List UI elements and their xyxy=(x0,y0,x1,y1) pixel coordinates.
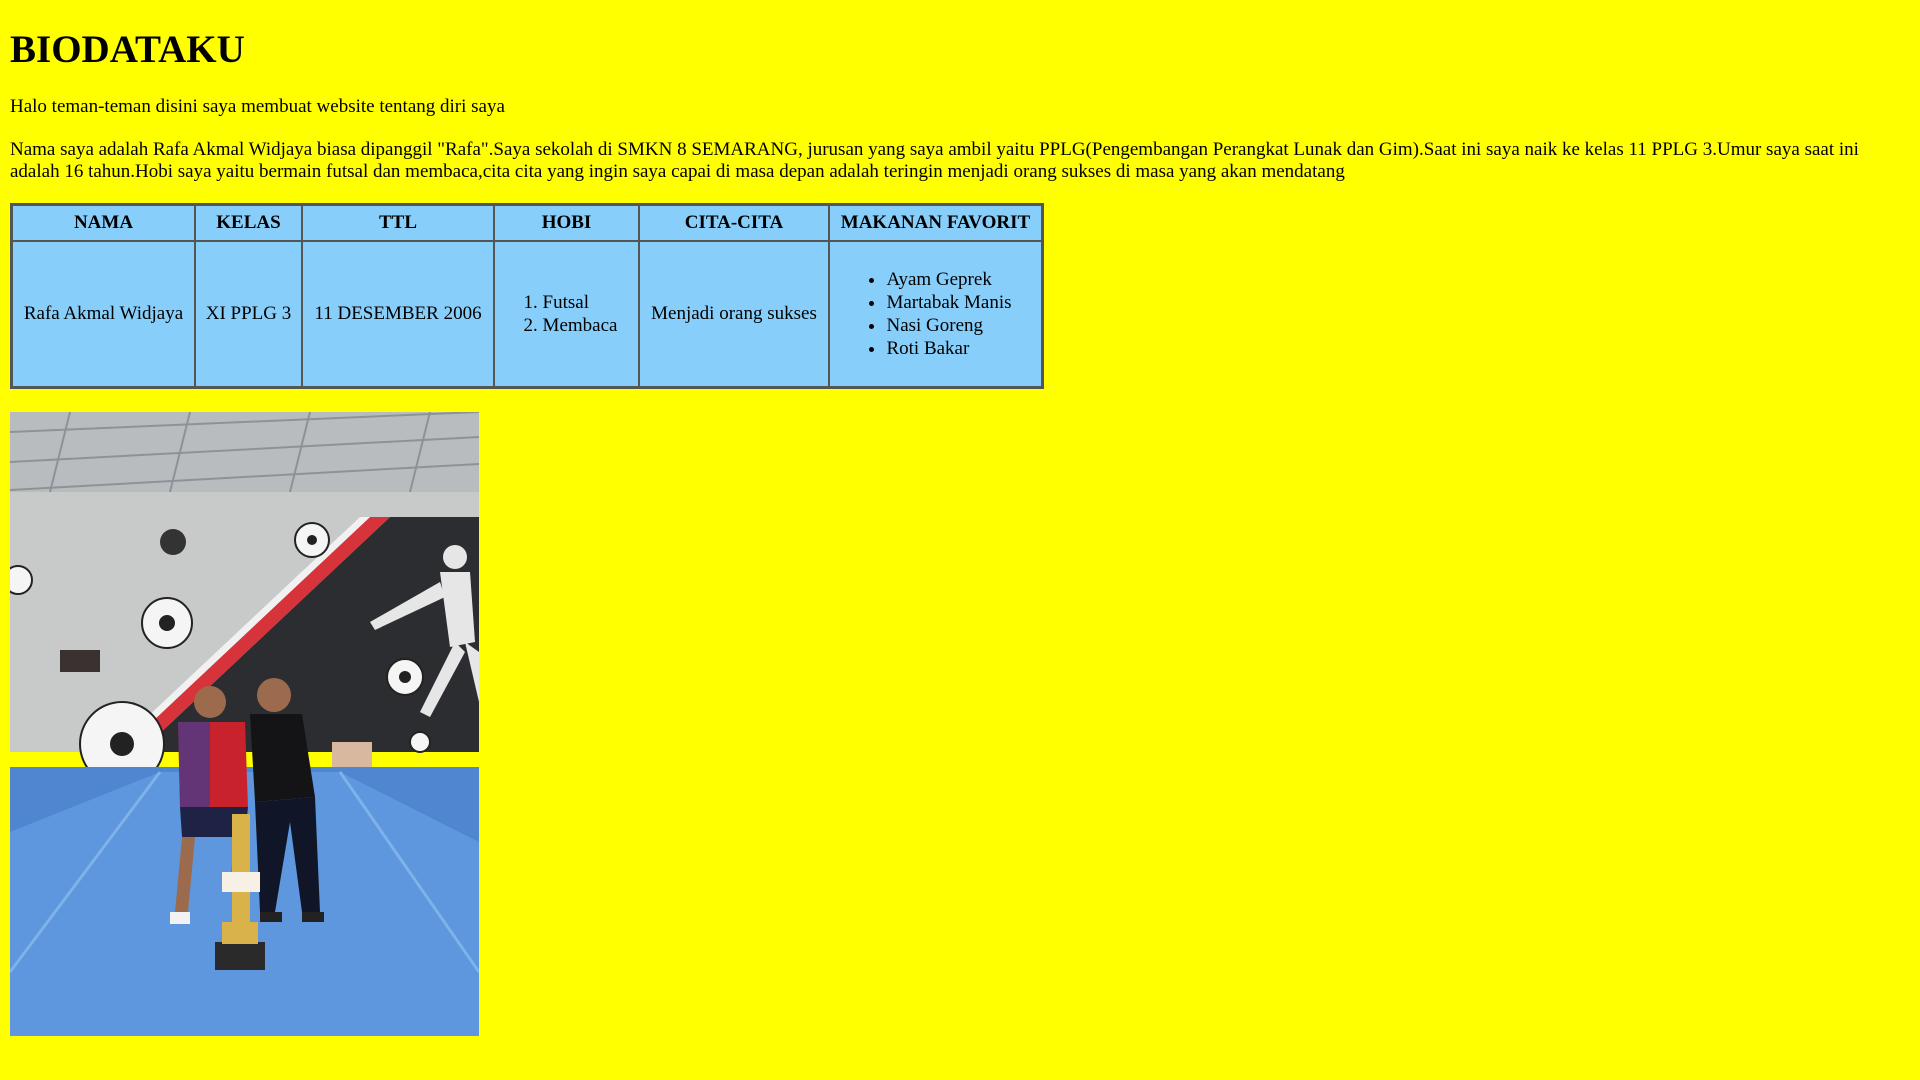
header-nama: NAMA xyxy=(12,205,195,241)
makanan-item: Ayam Geprek xyxy=(886,268,1011,291)
header-ttl: TTL xyxy=(302,205,494,241)
header-cita-cita: CITA-CITA xyxy=(639,205,829,241)
roof xyxy=(10,412,479,492)
biodata-table: NAMA KELAS TTL HOBI CITA-CITA MAKANAN FA… xyxy=(10,203,1044,389)
table-row: Rafa Akmal Widjaya XI PPLG 3 11 DESEMBER… xyxy=(12,241,1042,387)
intro-text: Halo teman-teman disini saya membuat web… xyxy=(10,96,505,117)
cell-cita-cita: Menjadi orang sukses xyxy=(639,241,829,387)
cell-kelas: XI PPLG 3 xyxy=(195,241,302,387)
about-text: Nama saya adalah Rafa Akmal Widjaya bias… xyxy=(10,139,1859,182)
page: BIODATAKU Halo teman-teman disini saya m… xyxy=(0,0,1920,1080)
hobi-item: Futsal xyxy=(543,291,618,314)
wall-sign xyxy=(332,742,372,767)
makanan-item: Roti Bakar xyxy=(886,337,1011,360)
makanan-list: Ayam Geprek Martabak Manis Nasi Goreng R… xyxy=(859,268,1011,360)
header-kelas: KELAS xyxy=(195,205,302,241)
hobi-list: Futsal Membaca xyxy=(516,291,618,337)
cell-hobi: Futsal Membaca xyxy=(494,241,639,387)
futsal-photo-illustration xyxy=(10,412,479,1036)
header-hobi: HOBI xyxy=(494,205,639,241)
cell-ttl: 11 DESEMBER 2006 xyxy=(302,241,494,387)
wall-fan xyxy=(160,529,186,555)
hobi-item: Membaca xyxy=(543,314,618,337)
table-header-row: NAMA KELAS TTL HOBI CITA-CITA MAKANAN FA… xyxy=(12,205,1042,241)
makanan-item: Nasi Goreng xyxy=(886,314,1011,337)
wall-box xyxy=(60,650,100,672)
cell-nama: Rafa Akmal Widjaya xyxy=(12,241,195,387)
header-makanan-favorit: MAKANAN FAVORIT xyxy=(829,205,1042,241)
cell-makanan: Ayam Geprek Martabak Manis Nasi Goreng R… xyxy=(829,241,1042,387)
makanan-item: Martabak Manis xyxy=(886,291,1011,314)
page-title: BIODATAKU xyxy=(10,28,245,71)
profile-photo xyxy=(10,412,479,1036)
